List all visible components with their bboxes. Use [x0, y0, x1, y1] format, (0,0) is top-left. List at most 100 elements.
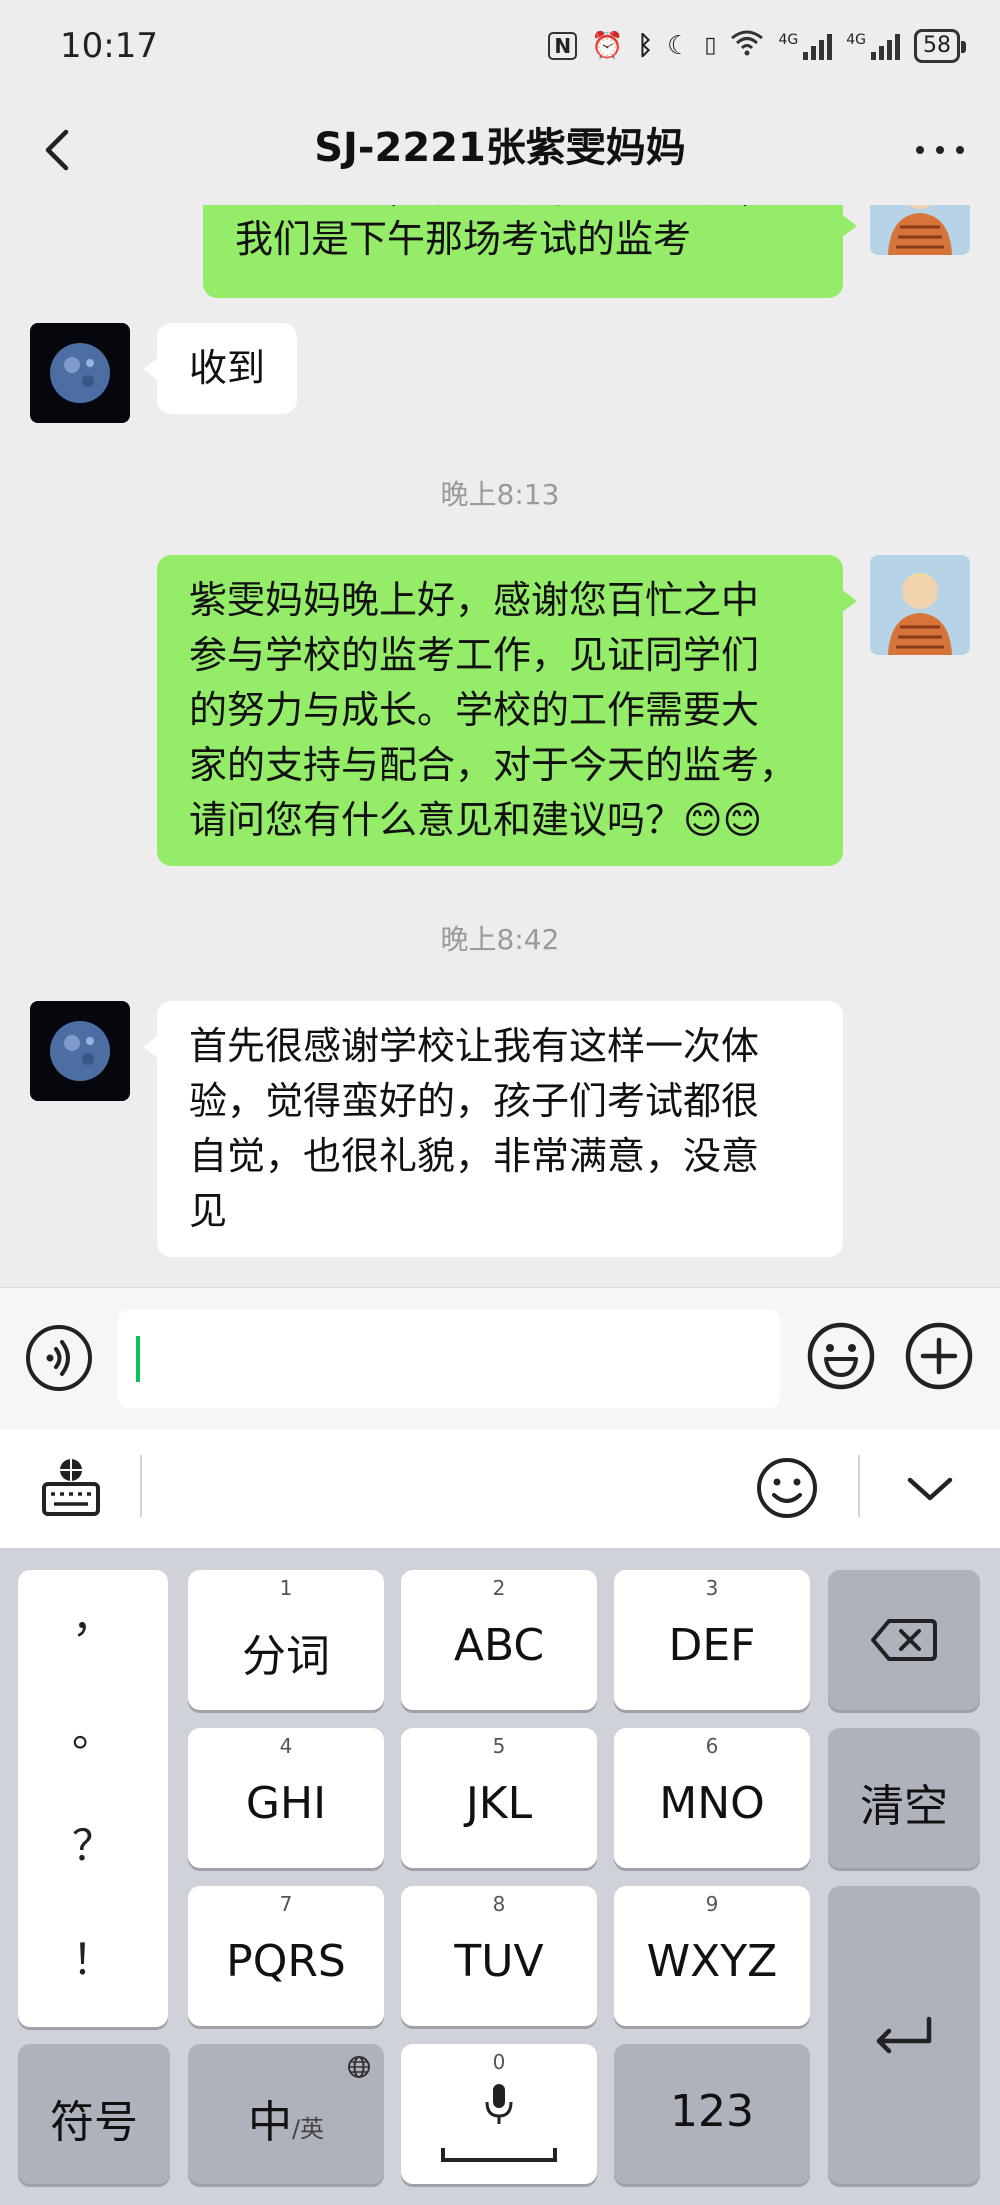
clock-time: 10:17 [60, 26, 158, 66]
microphone-icon [485, 2084, 513, 2124]
keyboard-globe-icon [42, 1459, 100, 1516]
key-number: 4 [279, 1734, 293, 1758]
key-label: 分词 [242, 1631, 330, 1682]
keyboard-emoji-button[interactable] [754, 1455, 820, 1521]
message-input-bar [0, 1287, 1000, 1430]
message-line: 参与学校的监考工作，见证同学们 [189, 633, 760, 677]
key-label: PQRS [226, 1936, 346, 1987]
message-bubble-received[interactable]: 首先很感谢学校让我有这样一次体 验，觉得蛮好的，孩子们考试都很 自觉，也很礼貌，… [143, 1001, 843, 1257]
key-number: 8 [492, 1892, 506, 1916]
voice-icon [46, 1340, 70, 1376]
more-icon [916, 146, 964, 154]
toolbar-divider [858, 1455, 860, 1517]
my-avatar[interactable] [870, 555, 970, 655]
t9-keyboard: ， 。 ？ ！ 1 分词 2 ABC 3 DEF 4 GHI 5 JKL 6 M… [0, 1548, 1000, 2205]
signal-icon: 4G [778, 32, 833, 60]
key-label: WXYZ [646, 1936, 778, 1987]
space-icon [441, 2148, 557, 2162]
hide-keyboard-button[interactable] [900, 1460, 960, 1520]
key-3-def[interactable]: 3 DEF [614, 1570, 810, 1710]
message-line: 的努力与成长。学校的工作需要大 [189, 688, 760, 732]
wifi-icon [730, 28, 764, 63]
key-number: 3 [705, 1576, 719, 1600]
punct-exclaim[interactable]: ！ [18, 1926, 168, 1987]
smiley-icon [757, 1458, 817, 1518]
numbers-key[interactable]: 123 [614, 2044, 810, 2184]
message-bubble-sent[interactable]: 紫雯妈妈，明天下午2:00到校， 我们是下午那场考试的监考 [203, 205, 857, 298]
message-line: 请问您有什么意见和建议吗？😊😊 [189, 798, 763, 842]
key-2-abc[interactable]: 2 ABC [401, 1570, 597, 1710]
key-label: MNO [659, 1778, 765, 1829]
punctuation-panel[interactable]: ， 。 ？ ！ [18, 1570, 168, 2027]
punct-period[interactable]: 。 [18, 1698, 168, 1759]
message-line: 我们是下午那场考试的监考 [235, 217, 692, 261]
timestamp: 晚上8:13 [440, 478, 560, 511]
enter-key[interactable] [828, 1886, 980, 2184]
backspace-icon [871, 1619, 937, 1661]
key-6-mno[interactable]: 6 MNO [614, 1728, 810, 1868]
punct-comma[interactable]: ， [18, 1584, 168, 1645]
message-line: 家的支持与配合，对于今天的监考， [189, 743, 798, 787]
key-label: 清空 [860, 1781, 948, 1832]
key-4-ghi[interactable]: 4 GHI [188, 1728, 384, 1868]
more-options-button[interactable] [910, 120, 970, 180]
alarm-icon: ⏰ [591, 30, 624, 61]
message-line: 收到 [189, 346, 266, 390]
symbols-key[interactable]: 符号 [18, 2044, 170, 2184]
vibrate-icon: ▯ [704, 33, 717, 58]
key-number: 9 [705, 1892, 719, 1916]
key-number: 5 [492, 1734, 506, 1758]
message-text-input[interactable] [118, 1310, 780, 1408]
key-7-pqrs[interactable]: 7 PQRS [188, 1886, 384, 2026]
message-list[interactable]: 紫雯妈妈，明天下午2:00到校， 我们是下午那场考试的监考 收到 晚上8:13 … [0, 205, 1000, 1287]
keyboard-settings-button[interactable] [38, 1456, 104, 1522]
key-label: 符号 [50, 2097, 138, 2148]
key-9-wxyz[interactable]: 9 WXYZ [614, 1886, 810, 2026]
do-not-disturb-icon: ☾ [667, 30, 691, 61]
contact-avatar[interactable] [30, 1001, 130, 1101]
language-switch-key[interactable]: 中/英 [188, 2044, 384, 2184]
message-line: 首先很感谢学校让我有这样一次体 [189, 1024, 760, 1068]
message-bubble-sent[interactable]: 紫雯妈妈晚上好，感谢您百忙之中 参与学校的监考工作，见证同学们 的努力与成长。学… [157, 555, 857, 866]
key-label: TUV [454, 1936, 544, 1987]
smiley-icon [807, 1322, 875, 1390]
contact-avatar[interactable] [30, 323, 130, 423]
bluetooth-icon: ᛒ [637, 30, 654, 61]
timestamp: 晚上8:42 [440, 923, 560, 956]
backspace-key[interactable] [828, 1570, 980, 1710]
chat-title: SJ-2221张紫雯妈妈 [314, 125, 686, 171]
more-functions-button[interactable] [904, 1321, 974, 1391]
key-label: DEF [668, 1620, 756, 1671]
plus-circle-icon [905, 1322, 973, 1390]
message-line: 见 [189, 1189, 228, 1233]
key-1-fenci[interactable]: 1 分词 [188, 1570, 384, 1710]
key-label: JKL [465, 1778, 533, 1829]
battery-icon: 58 [914, 28, 966, 63]
clear-key[interactable]: 清空 [828, 1728, 980, 1868]
key-label: ABC [453, 1620, 545, 1671]
key-label: GHI [245, 1778, 327, 1829]
key-number: 1 [279, 1576, 293, 1600]
toolbar-divider [140, 1455, 142, 1517]
status-bar: 10:17 N ⏰ ᛒ ☾ ▯ 4G 4G 58 [0, 0, 1000, 95]
message-bubble-received[interactable]: 收到 [142, 323, 298, 414]
voice-input-button[interactable] [26, 1325, 92, 1391]
punct-question[interactable]: ？ [18, 1812, 168, 1873]
emoji-button[interactable] [806, 1321, 876, 1391]
space-key[interactable]: 0 [401, 2044, 597, 2184]
enter-icon [876, 2016, 932, 2054]
key-number: 2 [492, 1576, 506, 1600]
key-number: 7 [279, 1892, 293, 1916]
lang-main: 中 [247, 2097, 292, 2148]
message-line: 自觉，也很礼貌，非常满意，没意 [189, 1134, 760, 1178]
message-line: 验，觉得蛮好的，孩子们考试都很 [189, 1079, 760, 1123]
key-5-jkl[interactable]: 5 JKL [401, 1728, 597, 1868]
signal-icon-2: 4G [846, 32, 900, 60]
nfc-icon: N [548, 31, 578, 60]
key-label: 中/英 [188, 2086, 384, 2150]
chat-header: SJ-2221张紫雯妈妈 [0, 95, 1000, 205]
my-avatar[interactable] [870, 205, 970, 255]
key-label: 123 [670, 2086, 754, 2137]
message-line: 紫雯妈妈晚上好，感谢您百忙之中 [189, 578, 760, 622]
key-8-tuv[interactable]: 8 TUV [401, 1886, 597, 2026]
